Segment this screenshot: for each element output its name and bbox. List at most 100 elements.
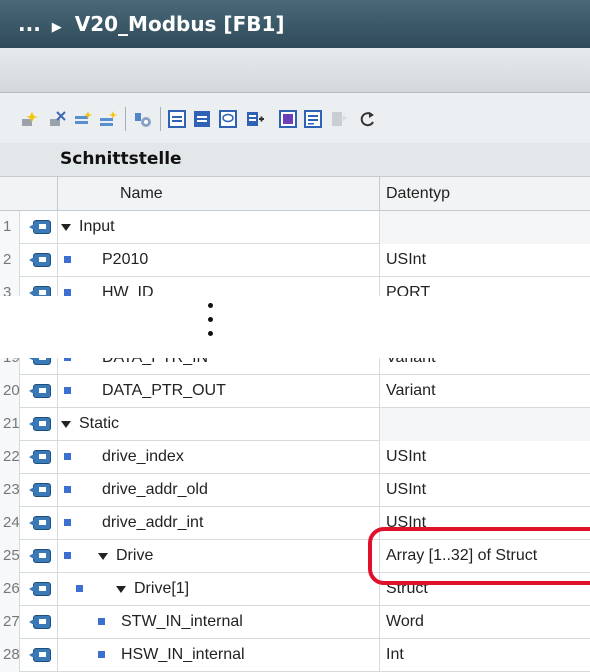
row-number: 21: [0, 408, 20, 441]
row-name-cell[interactable]: drive_addr_old: [58, 474, 380, 507]
interface-toolbar: [0, 93, 590, 144]
row-name-cell[interactable]: P2010: [58, 244, 380, 277]
row-number: 22: [0, 441, 20, 474]
row-name-cell[interactable]: DATA_PTR_OUT: [58, 375, 380, 408]
table-row[interactable]: 2 P2010 USInt: [0, 244, 590, 277]
settings-icon[interactable]: [134, 110, 152, 128]
section-title: Schnittstelle: [60, 149, 182, 169]
add-star-icon[interactable]: [99, 110, 117, 128]
row-datatype[interactable]: [380, 211, 590, 244]
table-row[interactable]: 20 DATA_PTR_OUT Variant: [0, 375, 590, 408]
row-datatype[interactable]: Word: [380, 606, 590, 639]
table-row[interactable]: 21 Static: [0, 408, 590, 441]
table-row[interactable]: 28 HSW_IN_internal Int: [0, 639, 590, 672]
row-icon-cell: [20, 540, 58, 573]
row-number: 23: [0, 474, 20, 507]
block-title: V20_Modbus [FB1]: [74, 12, 285, 36]
row-icon-cell: [20, 244, 58, 277]
row-name: drive_index: [102, 448, 184, 465]
table-header: Name Datentyp: [0, 177, 590, 211]
row-number: 24: [0, 507, 20, 540]
row-icon-cell: [20, 639, 58, 672]
row-datatype[interactable]: USInt: [380, 474, 590, 507]
column-label-name: Name: [120, 185, 163, 202]
row-name-cell[interactable]: Static: [58, 408, 380, 441]
member-square-icon: [64, 519, 71, 526]
interface-param-icon: [29, 384, 51, 398]
refresh-icon[interactable]: [358, 110, 376, 128]
title-ellipsis: ...: [18, 12, 41, 36]
row-name: HSW_IN_internal: [121, 646, 245, 663]
row-name-cell[interactable]: Input: [58, 211, 380, 244]
table-row[interactable]: 27 STW_IN_internal Word: [0, 606, 590, 639]
table-row[interactable]: 23 drive_addr_old USInt: [0, 474, 590, 507]
row-icon-cell: [20, 573, 58, 606]
highlight-annotation: [368, 527, 590, 585]
table-row[interactable]: 22 drive_index USInt: [0, 441, 590, 474]
expand-triangle-icon[interactable]: [61, 421, 71, 428]
row-name-cell[interactable]: STW_IN_internal: [58, 606, 380, 639]
member-square-icon: [64, 486, 71, 493]
interface-param-icon: [29, 220, 51, 234]
member-square-icon: [64, 289, 71, 296]
row-number: 28: [0, 639, 20, 672]
member-square-icon: [98, 651, 105, 658]
row-icon-cell: [20, 606, 58, 639]
member-square-icon: [64, 387, 71, 394]
list-icon[interactable]: [168, 110, 186, 128]
monitor-icon[interactable]: [279, 110, 297, 128]
row-number: 20: [0, 375, 20, 408]
expand-icon[interactable]: [246, 110, 264, 128]
column-header-name[interactable]: Name: [58, 177, 380, 210]
row-name: Input: [79, 218, 115, 235]
header-band: [0, 48, 590, 93]
row-name-cell[interactable]: Drive: [58, 540, 380, 573]
comment-icon[interactable]: [219, 110, 237, 128]
interface-param-icon: [29, 549, 51, 563]
toolbar-separator: [125, 107, 126, 131]
row-icon-cell: [20, 211, 58, 244]
row-name: P2010: [102, 251, 149, 268]
row-name-cell[interactable]: Drive[1]: [58, 573, 380, 606]
list-blue-icon[interactable]: [193, 110, 211, 128]
view-icon[interactable]: [304, 110, 322, 128]
insert-star-icon[interactable]: [74, 110, 92, 128]
row-name: Drive: [116, 547, 154, 564]
row-icon-cell: [20, 507, 58, 540]
column-header-type[interactable]: Datentyp: [380, 177, 590, 210]
breadcrumb-arrow-icon: ▶: [51, 20, 62, 35]
row-datatype[interactable]: Int: [380, 639, 590, 672]
row-name-cell[interactable]: drive_index: [58, 441, 380, 474]
row-icon-cell: [20, 408, 58, 441]
table-row[interactable]: 1 Input: [0, 211, 590, 244]
row-number: 1: [0, 211, 20, 244]
row-icon-cell: [20, 441, 58, 474]
toolbar-separator: [160, 107, 161, 131]
row-datatype[interactable]: Variant: [380, 375, 590, 408]
expand-triangle-icon[interactable]: [98, 553, 108, 560]
row-datatype[interactable]: [380, 408, 590, 441]
row-name: drive_addr_old: [102, 481, 208, 498]
row-name-cell[interactable]: drive_addr_int: [58, 507, 380, 540]
row-name: DATA_PTR_OUT: [102, 382, 226, 399]
delete-row-icon[interactable]: [48, 110, 66, 128]
row-name: Static: [79, 415, 120, 432]
column-label-type: Datentyp: [386, 185, 451, 202]
interface-param-icon: [29, 516, 51, 530]
row-datatype[interactable]: USInt: [380, 244, 590, 277]
member-square-icon: [64, 552, 71, 559]
expand-triangle-icon[interactable]: [61, 224, 71, 231]
member-square-icon: [76, 585, 83, 592]
row-datatype[interactable]: USInt: [380, 441, 590, 474]
insert-row-icon[interactable]: [20, 110, 38, 128]
member-square-icon: [98, 618, 105, 625]
row-name-cell[interactable]: HSW_IN_internal: [58, 639, 380, 672]
interface-section-header: Schnittstelle: [0, 143, 590, 177]
disabled-icon: [330, 110, 348, 128]
row-number: 27: [0, 606, 20, 639]
expand-triangle-icon[interactable]: [116, 586, 126, 593]
editor-title-bar: ... ▶ V20_Modbus [FB1]: [0, 0, 590, 48]
interface-param-icon: [29, 450, 51, 464]
member-square-icon: [64, 256, 71, 263]
row-number: 26: [0, 573, 20, 606]
